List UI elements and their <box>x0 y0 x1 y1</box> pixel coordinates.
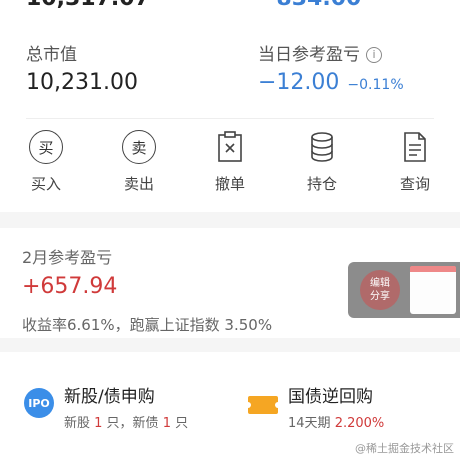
daily-pl-label-wrap: 当日参考盈亏 i <box>258 40 382 65</box>
buy-label: 买入 <box>30 175 61 193</box>
cancel-order-icon <box>213 130 247 164</box>
positions-icon <box>305 130 339 164</box>
daily-pl-label: 当日参考盈亏 <box>258 45 360 65</box>
share-label: 分享 <box>370 291 390 302</box>
daily-pl-percent: −0.11% <box>347 77 404 93</box>
info-icon[interactable]: i <box>366 47 382 63</box>
market-value: 10,231.00 <box>26 70 138 95</box>
cancel-order-label: 撤单 <box>214 175 245 193</box>
sell-button[interactable]: 卖 卖出 <box>109 130 169 194</box>
cancel-order-button[interactable]: 撤单 <box>200 130 260 194</box>
monthly-pl-card[interactable]: 2月参考盈亏 +657.94 收益率6.61%，跑赢上证指数 3.50% 编辑 … <box>0 228 460 338</box>
sell-icon: 卖 <box>122 130 156 164</box>
query-button[interactable]: 查询 <box>385 130 445 194</box>
ipo-subtitle: 新股 1 只，新债 1 只 <box>64 416 189 431</box>
watermark: @稀土掘金技术社区 <box>355 442 454 455</box>
query-label: 查询 <box>399 175 430 193</box>
daily-pl-value: −12.00 <box>258 70 340 95</box>
divider <box>26 118 434 119</box>
monthly-pl-value: +657.94 <box>22 274 118 299</box>
account-summary-card: 10,317.07 −834.00 总市值 当日参考盈亏i 10,231.00 … <box>0 0 460 212</box>
products-card: IPO 新股/债申购 新股 1 只，新债 1 只 国债逆回购 14天期 2.20… <box>0 352 460 460</box>
buy-icon: 买 <box>29 130 63 164</box>
total-assets-partial: 10,317.07 <box>26 0 150 11</box>
ipo-title: 新股/债申购 <box>64 387 155 407</box>
edit-label: 编辑 <box>370 278 390 289</box>
positions-button[interactable]: 持仓 <box>292 130 352 194</box>
reverse-repo-subtitle: 14天期 2.200% <box>288 416 385 431</box>
share-preview-thumbnail <box>410 266 456 314</box>
market-value-label: 总市值 <box>26 45 77 65</box>
sell-label: 卖出 <box>123 175 154 193</box>
document-icon <box>398 130 432 164</box>
edit-share-badge: 编辑 分享 <box>360 270 400 310</box>
edit-share-button[interactable]: 编辑 分享 <box>348 262 460 318</box>
positions-label: 持仓 <box>306 175 337 193</box>
monthly-pl-title: 2月参考盈亏 <box>22 248 113 267</box>
floating-pl-partial: −834.00 <box>258 0 361 11</box>
buy-button[interactable]: 买 买入 <box>16 130 76 194</box>
yield-text: 收益率6.61%，跑赢上证指数 3.50% <box>22 316 273 334</box>
ipo-icon: IPO <box>24 388 54 418</box>
ticket-icon <box>245 396 281 414</box>
daily-pl-value-wrap: −12.00 −0.11% <box>258 70 404 95</box>
reverse-repo-title: 国债逆回购 <box>288 387 373 407</box>
